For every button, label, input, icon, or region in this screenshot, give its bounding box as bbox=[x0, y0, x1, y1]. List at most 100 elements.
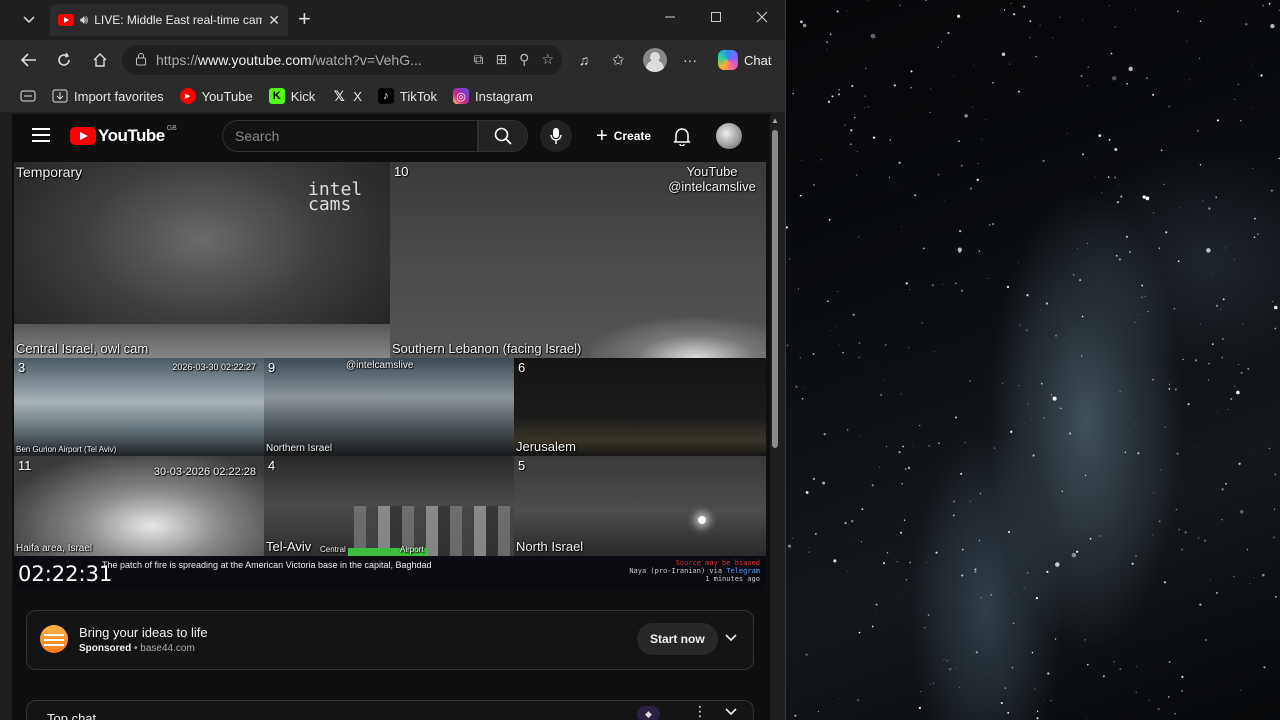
ticker-headline: The patch of fire is spreading at the Am… bbox=[102, 560, 432, 570]
bell-icon bbox=[673, 128, 691, 146]
youtube-favicon-icon bbox=[58, 14, 74, 26]
title-bar: 🔊︎ LIVE: Middle East real-time cam ✕ + bbox=[0, 0, 785, 40]
back-button[interactable] bbox=[18, 50, 38, 70]
source-warning: Source may be biased bbox=[675, 559, 760, 567]
cam-northern-israel[interactable]: 9 @intelcamslive Northern Israel bbox=[264, 358, 514, 456]
search-placeholder: Search bbox=[235, 128, 280, 144]
close-icon bbox=[756, 11, 768, 23]
browser-window: 🔊︎ LIVE: Middle East real-time cam ✕ + h… bbox=[0, 0, 786, 720]
bookmark-kick[interactable]: K Kick bbox=[268, 88, 315, 104]
more-dots-icon: ··· bbox=[683, 52, 697, 68]
ad-expand-chevron-icon[interactable] bbox=[725, 631, 737, 645]
minimize-button[interactable] bbox=[664, 10, 676, 26]
favorite-star-icon[interactable]: ☆ bbox=[541, 51, 554, 68]
tab-actions-menu[interactable] bbox=[16, 7, 42, 33]
home-button[interactable] bbox=[90, 50, 110, 70]
chevron-down-icon bbox=[725, 708, 737, 716]
cam-jerusalem[interactable]: 6 Jerusalem bbox=[514, 358, 766, 456]
video-player[interactable]: Temporary intel cams Central Israel, owl… bbox=[14, 162, 766, 590]
cam-north-israel[interactable]: 5 North Israel bbox=[514, 456, 766, 556]
intelcams-watermark: intel cams bbox=[308, 179, 363, 215]
cam-number: 5 bbox=[518, 458, 526, 473]
cam-tel-aviv[interactable]: 4 Tel-Aviv Central Airport bbox=[264, 456, 514, 556]
youtube-wordmark: YouTube bbox=[98, 126, 165, 145]
cam-southern-lebanon[interactable]: 10 YouTube @intelcamslive Southern Leban… bbox=[390, 162, 766, 358]
page-scrollbar[interactable]: ▲ bbox=[770, 114, 780, 720]
favorites-button[interactable]: ✩ bbox=[608, 50, 628, 70]
news-ticker: 02:22:31 The patch of fire is spreading … bbox=[14, 556, 766, 590]
cam-bottom-label: Northern Israel bbox=[266, 443, 333, 454]
cam-central-israel[interactable]: Temporary intel cams Central Israel, owl… bbox=[14, 162, 390, 358]
desktop-wallpaper bbox=[786, 0, 1280, 720]
maximize-button[interactable] bbox=[710, 10, 722, 26]
bookmark-youtube[interactable]: ▶ YouTube bbox=[179, 88, 253, 104]
bookmark-import-favorites[interactable]: Import favorites bbox=[52, 89, 164, 104]
cam-haifa[interactable]: 11 30-03-2026 02:22:28 Haifa area, Israe… bbox=[14, 456, 264, 556]
copilot-page-icon[interactable]: ⧉ bbox=[473, 51, 483, 68]
voice-search-button[interactable] bbox=[540, 120, 572, 152]
cam-timestamp: 2026-03-30 02:22:27 bbox=[172, 362, 256, 372]
search-button[interactable] bbox=[478, 120, 528, 152]
tiktok-icon: ♪ bbox=[377, 88, 394, 104]
tab-title: LIVE: Middle East real-time cam bbox=[94, 13, 263, 27]
music-note-icon: ♫ bbox=[578, 52, 590, 68]
ad-meta: Sponsored • base44.com bbox=[79, 643, 195, 654]
scrollbar-thumb[interactable] bbox=[772, 130, 778, 448]
top-chat-title[interactable]: Top chat bbox=[47, 711, 96, 720]
cam-bottom-label: Tel-Aviv bbox=[266, 539, 312, 554]
source-channel: Telegram bbox=[726, 567, 760, 575]
chat-more-icon[interactable]: ⋮ bbox=[693, 703, 707, 720]
sponsored-ad-card[interactable]: Bring your ideas to life Sponsored • bas… bbox=[26, 610, 754, 670]
cam-number: 3 bbox=[18, 360, 26, 375]
bookmark-instagram[interactable]: ◎ Instagram bbox=[453, 88, 533, 104]
advertiser-logo-icon bbox=[40, 625, 68, 653]
notifications-button[interactable] bbox=[670, 124, 694, 148]
speaker-icon[interactable]: 🔊︎ bbox=[80, 12, 88, 28]
chat-collapse-icon[interactable] bbox=[725, 705, 737, 719]
url-host: www.youtube.com bbox=[198, 52, 312, 68]
new-tab-button[interactable]: + bbox=[298, 8, 311, 30]
search-input[interactable]: Search bbox=[222, 120, 478, 152]
close-window-button[interactable] bbox=[756, 10, 768, 26]
create-label: Create bbox=[613, 129, 652, 143]
live-clock: 02:22:31 bbox=[18, 562, 113, 586]
app-available-icon[interactable]: ⊞ bbox=[495, 51, 507, 68]
hamburger-menu-icon[interactable] bbox=[32, 128, 50, 142]
copilot-chat-button[interactable]: Chat bbox=[710, 46, 779, 74]
starfield bbox=[786, 0, 1280, 720]
profile-avatar[interactable] bbox=[643, 48, 667, 72]
cam-ben-gurion[interactable]: 3 2026-03-30 02:22:27 Ben Gurion Airport… bbox=[14, 358, 264, 456]
minimize-icon bbox=[665, 16, 675, 18]
country-code: GB bbox=[166, 124, 177, 132]
cam-bottom-label: North Israel bbox=[516, 539, 584, 554]
cam-sub-label: Airport bbox=[400, 545, 424, 554]
start-now-button[interactable]: Start now bbox=[637, 623, 718, 655]
bookmark-label: TikTok bbox=[399, 88, 437, 104]
microphone-icon bbox=[550, 128, 562, 144]
zoom-icon[interactable]: ⚲ bbox=[519, 51, 529, 68]
create-button[interactable]: + Create bbox=[586, 120, 661, 152]
url-prefix: https:// bbox=[156, 52, 199, 68]
more-menu-button[interactable]: ··· bbox=[680, 50, 700, 70]
active-tab[interactable]: 🔊︎ LIVE: Middle East real-time cam ✕ bbox=[50, 4, 288, 36]
refresh-button[interactable] bbox=[54, 50, 74, 70]
tab-close-icon[interactable]: ✕ bbox=[268, 12, 280, 29]
sidebar-toggle-icon bbox=[20, 90, 36, 102]
import-icon bbox=[52, 89, 68, 103]
chat-badge[interactable]: ◆ bbox=[637, 706, 660, 720]
account-avatar[interactable] bbox=[716, 123, 742, 149]
cam-label: Temporary bbox=[16, 164, 83, 180]
sponsored-label: Sponsored bbox=[79, 643, 132, 654]
cam-sub-label: Central bbox=[320, 545, 346, 554]
bookmark-tiktok[interactable]: ♪ TikTok bbox=[377, 88, 437, 104]
media-control-button[interactable]: ♫ bbox=[574, 50, 594, 70]
bookmarks-menu-button[interactable] bbox=[20, 90, 36, 102]
bookmark-x[interactable]: 𝕏 X bbox=[331, 88, 362, 104]
youtube-logo[interactable]: YouTube GB bbox=[70, 124, 177, 146]
cam-number: 10 bbox=[394, 164, 409, 179]
kick-icon: K bbox=[268, 88, 285, 104]
site-info-icon[interactable] bbox=[134, 52, 148, 69]
address-bar[interactable]: https://www.youtube.com/watch?v=VehG... … bbox=[122, 45, 562, 75]
scroll-up-icon[interactable]: ▲ bbox=[770, 116, 780, 125]
ad-domain: base44.com bbox=[140, 643, 195, 654]
